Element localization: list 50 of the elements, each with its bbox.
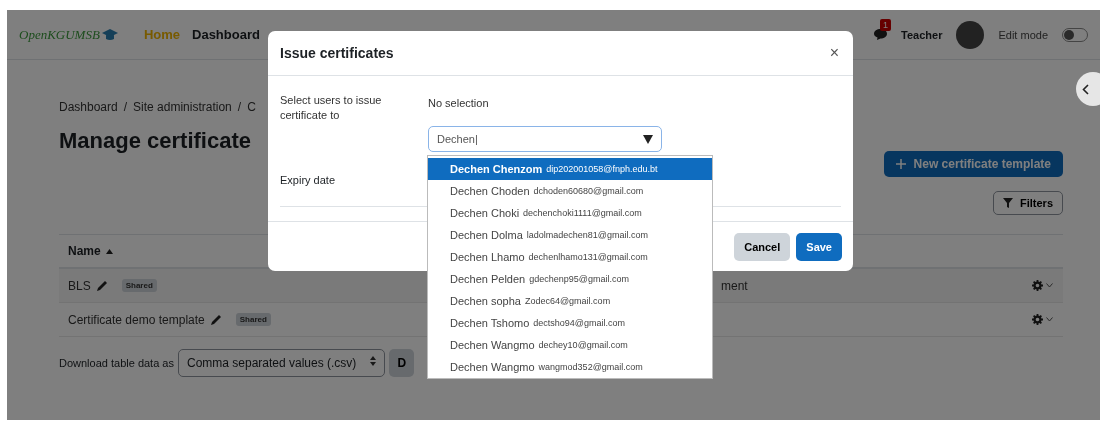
format-select[interactable]: Comma separated values (.csv)	[177, 349, 386, 377]
user-name[interactable]: Teacher	[901, 28, 943, 41]
edit-mode-switch[interactable]	[1062, 27, 1088, 42]
sort-caret-icon	[105, 248, 113, 254]
pencil-icon[interactable]	[96, 280, 108, 291]
download-label: Download table data as	[59, 357, 174, 369]
new-template-button[interactable]: New certificate template	[883, 151, 1063, 177]
users-label: Select users to issue certificate to	[280, 93, 383, 123]
logo-text: OpenKGUMSB	[19, 26, 100, 43]
drawer-toggle[interactable]	[1076, 72, 1100, 106]
chevron-down-icon	[1046, 283, 1053, 288]
modal-title: Issue certificates	[280, 45, 394, 61]
gear-icon	[1032, 314, 1043, 325]
actions-menu[interactable]	[1032, 314, 1053, 325]
plus-icon	[895, 159, 906, 169]
breadcrumb-separator: /	[237, 100, 242, 114]
close-button[interactable]: ×	[829, 44, 839, 62]
graduation-cap-icon	[101, 28, 118, 41]
filters-button[interactable]: Filters	[993, 191, 1063, 215]
filter-icon	[1003, 198, 1013, 208]
download-button[interactable]: D	[389, 349, 415, 377]
save-button[interactable]: Save	[796, 232, 842, 261]
shared-tag: Shared	[121, 279, 157, 292]
chevron-down-icon	[1046, 317, 1053, 322]
shared-tag: Shared	[235, 313, 271, 326]
dropdown-arrow-icon	[643, 134, 653, 144]
selection-text: No selection	[428, 97, 489, 109]
template-name: BLS	[68, 278, 91, 293]
edit-mode-label: Edit mode	[998, 28, 1048, 41]
notification-count: 1	[880, 19, 892, 31]
gear-icon	[1032, 280, 1043, 291]
user-option[interactable]: Dechen Chenzom dip202001058@fnph.edu.bt	[428, 158, 712, 180]
breadcrumb-separator: /	[123, 100, 128, 114]
cancel-button[interactable]: Cancel	[734, 232, 791, 261]
actions-menu[interactable]	[1032, 280, 1053, 291]
updown-icon	[370, 356, 377, 366]
pencil-icon[interactable]	[210, 314, 222, 325]
chevron-left-icon	[1082, 83, 1089, 95]
page-title: Manage certificate	[59, 128, 251, 154]
breadcrumb-link[interactable]: Dashboard	[59, 100, 118, 114]
expiry-label: Expiry date	[280, 174, 337, 186]
user-search-field[interactable]: Dechen|	[428, 126, 662, 152]
nav-link[interactable]: Dashboard	[192, 27, 260, 42]
breadcrumb-link[interactable]: C	[247, 100, 256, 114]
breadcrumb-link[interactable]: Site administration	[133, 100, 232, 114]
table-cell-text: ment	[721, 278, 749, 293]
avatar[interactable]	[956, 20, 985, 49]
chat-icon[interactable]	[874, 29, 888, 40]
template-name: Certificate demo template	[68, 312, 205, 327]
column-header[interactable]: Name	[68, 244, 101, 258]
